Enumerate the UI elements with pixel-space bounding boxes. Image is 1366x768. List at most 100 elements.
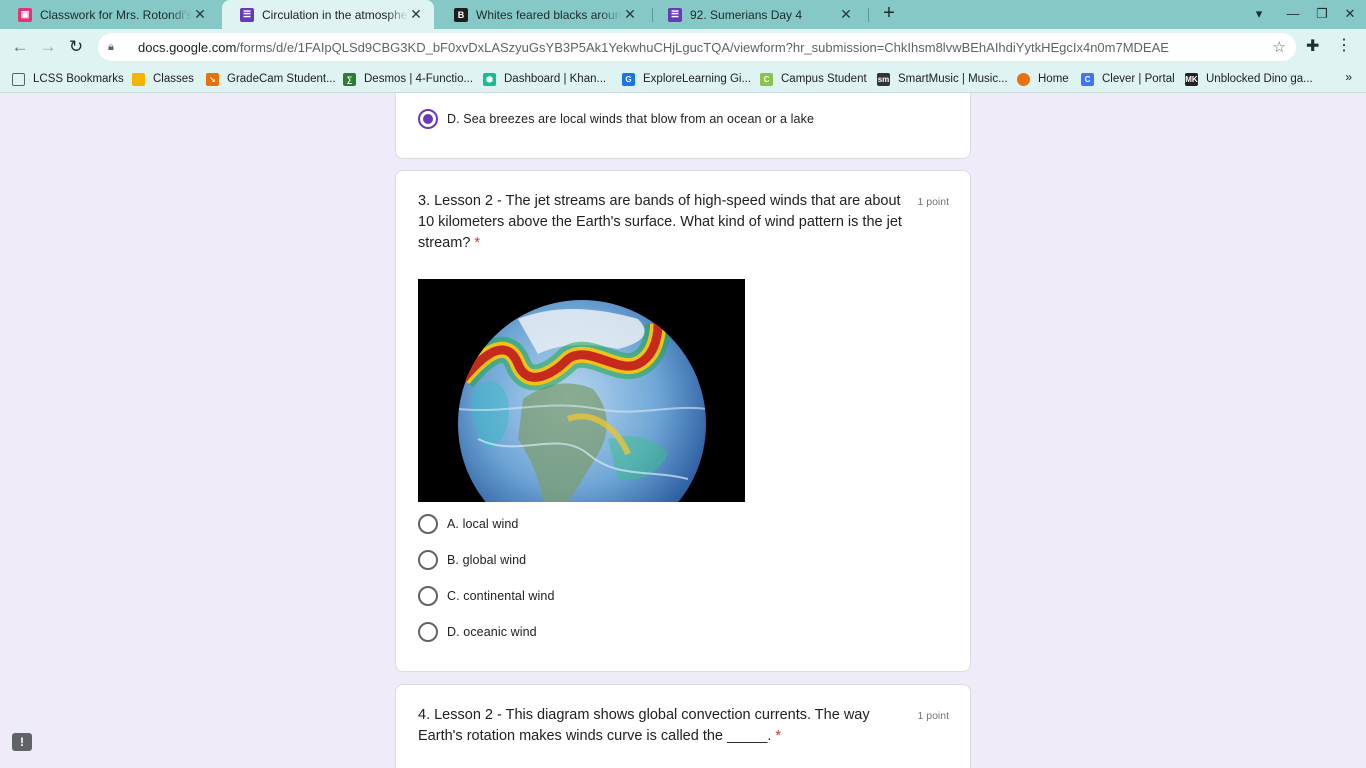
radio-icon[interactable] [418, 514, 438, 534]
close-icon[interactable]: ✕ [838, 6, 854, 23]
question-3-card: 3. Lesson 2 - The jet streams are bands … [395, 170, 971, 672]
url-path: /forms/d/e/1FAIpQLSd9CBG3KD_bF0xvDxLASzy… [236, 39, 1169, 55]
close-icon[interactable]: ✕ [192, 6, 208, 23]
radio-icon[interactable] [418, 622, 438, 642]
gradecam-icon: ↘ [206, 72, 219, 86]
bookmark-gradecam[interactable]: ↘ GradeCam Student... [206, 70, 336, 88]
form-content: D. Sea breezes are local winds that blow… [0, 93, 1366, 768]
required-asterisk: * [474, 235, 481, 251]
bookmark-label: Unblocked Dino ga... [1206, 73, 1313, 85]
clever-icon: C [1081, 72, 1094, 86]
q3-option-a[interactable]: A. local wind [418, 514, 518, 534]
bookmark-label: GradeCam Student... [227, 73, 336, 85]
bookmark-label: Desmos | 4-Functio... [364, 73, 474, 85]
option-label: D. Sea breezes are local winds that blow… [447, 112, 815, 126]
option-label: A. local wind [447, 517, 519, 531]
tab-title: Whites feared blacks around 19 [476, 7, 622, 22]
option-label: B. global wind [447, 553, 527, 567]
smartmusic-icon: sm [877, 72, 890, 86]
forms-icon: ☰ [668, 7, 682, 22]
brainly-icon: B [454, 7, 468, 22]
back-icon[interactable]: ← [8, 35, 32, 59]
lock-icon: 🔒︎ [108, 40, 114, 53]
question-2-card: D. Sea breezes are local winds that blow… [395, 93, 971, 159]
q3-option-c[interactable]: C. continental wind [418, 586, 555, 606]
close-window-icon[interactable]: ✕ [1340, 4, 1360, 24]
close-icon[interactable]: ✕ [408, 6, 424, 23]
bookmark-label: Home [1038, 73, 1069, 85]
bookmark-label: Campus Student [781, 73, 867, 85]
home-flame-icon [1017, 72, 1030, 86]
tab-search-icon[interactable]: ▾ [1249, 4, 1269, 24]
dino-icon: MK [1185, 72, 1198, 86]
bookmark-label: SmartMusic | Music... [898, 73, 1008, 85]
jet-stream-globe-image [418, 279, 745, 502]
report-issue-icon[interactable]: ! [12, 733, 32, 751]
points-label: 1 point [917, 196, 949, 208]
bookmark-smartmusic[interactable]: sm SmartMusic | Music... [877, 70, 1008, 88]
question-title: 3. Lesson 2 - The jet streams are bands … [418, 191, 908, 254]
tab-whites-feared[interactable]: B Whites feared blacks around 19 ✕ [436, 0, 648, 29]
classroom-icon: ▣ [18, 7, 32, 22]
khan-icon: ⬢ [483, 72, 496, 86]
points-label: 1 point [917, 710, 949, 722]
bookmark-label: Clever | Portal [1102, 73, 1175, 85]
required-asterisk: * [775, 728, 782, 744]
question-text: 4. Lesson 2 - This diagram shows global … [418, 707, 870, 744]
bookmarks-overflow-icon[interactable]: » [1345, 70, 1352, 84]
folder-icon [12, 72, 25, 86]
radio-icon[interactable] [418, 550, 438, 570]
bookmark-label: Classes [153, 73, 194, 85]
bookmark-campus[interactable]: C Campus Student [760, 70, 867, 88]
bookmark-classes[interactable]: Classes [132, 70, 194, 88]
bookmarks-bar: LCSS Bookmarks Classes ↘ GradeCam Student… [0, 64, 1366, 93]
radio-icon[interactable] [418, 586, 438, 606]
bookmark-desmos[interactable]: ∑ Desmos | 4-Functio... [343, 70, 473, 88]
browser-toolbar: ← → ↻ 🔒︎ docs.google.com/forms/d/e/1FAIp… [0, 29, 1366, 64]
address-bar[interactable]: 🔒︎ docs.google.com/forms/d/e/1FAIpQLSd9C… [98, 33, 1296, 61]
extensions-puzzle-icon[interactable]: ✚ [1306, 36, 1319, 56]
url-host: docs.google.com [138, 39, 237, 55]
reload-icon[interactable]: ↻ [64, 35, 88, 59]
bookmark-star-icon[interactable]: ☆ [1273, 38, 1286, 56]
bookmark-label: LCSS Bookmarks [33, 73, 124, 85]
kebab-menu-icon[interactable]: ⋮ [1336, 35, 1352, 55]
question-title: 4. Lesson 2 - This diagram shows global … [418, 705, 908, 747]
minimize-icon[interactable]: — [1283, 4, 1303, 24]
tab-sumerians[interactable]: ☰ 92. Sumerians Day 4 ✕ [650, 0, 864, 29]
gizmos-icon: G [622, 72, 635, 86]
bookmark-clever[interactable]: C Clever | Portal [1081, 70, 1175, 88]
q3-option-b[interactable]: B. global wind [418, 550, 526, 570]
radio-checked-icon[interactable] [418, 109, 438, 129]
option-label: D. oceanic wind [447, 625, 537, 639]
forms-icon: ☰ [240, 7, 254, 22]
globe-illustration [458, 300, 706, 502]
campus-icon: C [760, 72, 773, 86]
bookmark-lcss[interactable]: LCSS Bookmarks [12, 70, 124, 88]
tab-classwork[interactable]: ▣ Classwork for Mrs. Rotondi's 5th ✕ [0, 0, 218, 29]
tab-title: Classwork for Mrs. Rotondi's 5th [40, 7, 192, 22]
tab-title: 92. Sumerians Day 4 [690, 7, 803, 22]
classroom-icon [132, 72, 145, 86]
close-icon[interactable]: ✕ [622, 6, 638, 23]
bookmark-label: ExploreLearning Gi... [643, 73, 752, 85]
desmos-icon: ∑ [343, 72, 356, 86]
q2-option-d[interactable]: D. Sea breezes are local winds that blow… [418, 109, 814, 129]
bookmark-khan[interactable]: ⬢ Dashboard | Khan... [483, 70, 606, 88]
tab-circulation[interactable]: ☰ Circulation in the atmosphere and ✕ [222, 0, 434, 29]
bookmark-home[interactable]: Home [1017, 70, 1069, 88]
question-text: 3. Lesson 2 - The jet streams are bands … [418, 193, 902, 251]
q3-option-d[interactable]: D. oceanic wind [418, 622, 537, 642]
tab-strip: ▣ Classwork for Mrs. Rotondi's 5th ✕ ☰ C… [0, 0, 1366, 29]
option-label: C. continental wind [447, 589, 555, 603]
bookmark-explorelearning[interactable]: G ExploreLearning Gi... [622, 70, 751, 88]
tab-divider [868, 8, 869, 22]
question-4-card: 4. Lesson 2 - This diagram shows global … [395, 684, 971, 768]
forward-icon[interactable]: → [36, 35, 60, 59]
tab-title: Circulation in the atmosphere and [262, 7, 408, 22]
bookmark-dino[interactable]: MK Unblocked Dino ga... [1185, 70, 1313, 88]
restore-icon[interactable]: ❐ [1312, 4, 1332, 24]
bookmark-label: Dashboard | Khan... [504, 73, 607, 85]
browser-chrome: ▣ Classwork for Mrs. Rotondi's 5th ✕ ☰ C… [0, 0, 1366, 93]
new-tab-button[interactable]: + [878, 3, 900, 25]
